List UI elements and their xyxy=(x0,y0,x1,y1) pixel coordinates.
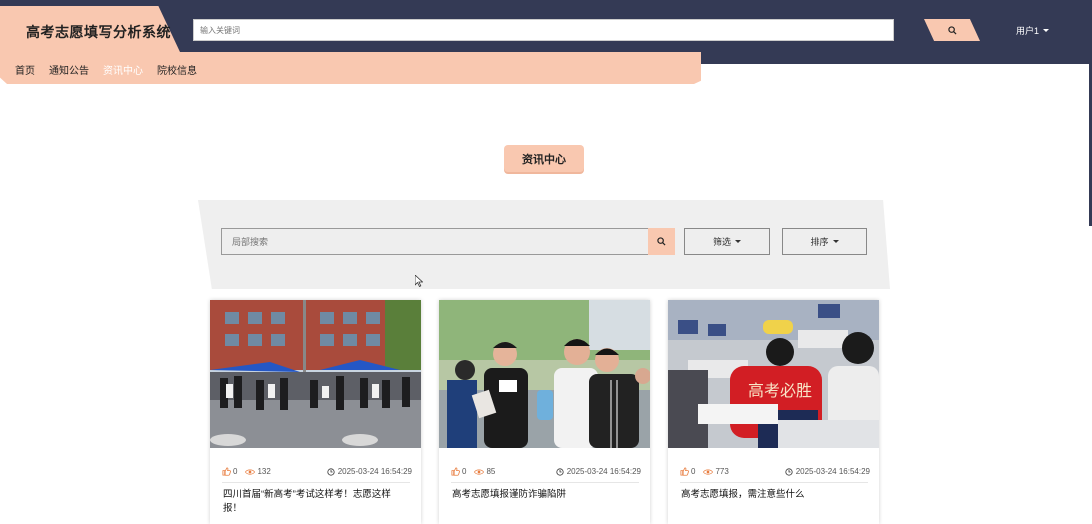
local-search-input[interactable] xyxy=(222,229,648,254)
nav-item-schools[interactable]: 院校信息 xyxy=(157,62,197,77)
news-card-image[interactable] xyxy=(439,300,650,448)
user-name: 用户1 xyxy=(1016,26,1040,36)
news-card-meta: 0 132 2025-03-24 16:54:29 xyxy=(222,467,412,476)
news-card-title[interactable]: 高考志愿填报，需注意些什么 xyxy=(681,488,859,502)
like-count[interactable]: 0 xyxy=(451,467,466,476)
app-title: 高考志愿填写分析系统 xyxy=(26,24,171,40)
news-card-image[interactable]: 高考必胜 xyxy=(668,300,879,448)
divider xyxy=(680,482,868,483)
global-search-input[interactable] xyxy=(194,20,893,41)
caret-down-icon xyxy=(832,240,839,243)
news-card[interactable]: 高考必胜 0 773 2025-03-24 16:54:29 高考志愿填报，需注… xyxy=(668,300,879,524)
news-card-meta: 0 85 2025-03-24 16:54:29 xyxy=(451,467,641,476)
publish-time: 2025-03-24 16:54:29 xyxy=(327,467,412,476)
publish-time-value: 2025-03-24 16:54:29 xyxy=(795,467,870,476)
mouse-cursor-icon xyxy=(415,275,423,287)
local-search-box[interactable] xyxy=(221,228,649,255)
publish-time-value: 2025-03-24 16:54:29 xyxy=(337,467,412,476)
view-count: 773 xyxy=(703,467,729,476)
clock-icon xyxy=(556,467,564,476)
view-count-value: 773 xyxy=(715,467,729,476)
like-count-value: 0 xyxy=(462,467,467,476)
search-icon xyxy=(657,237,666,246)
sort-label: 排序 xyxy=(810,237,829,247)
thumbs-up-icon xyxy=(451,467,460,476)
news-card-title[interactable]: 四川首届“新高考”考试这样考！志愿这样报！ xyxy=(223,488,401,516)
news-card[interactable]: 0 132 2025-03-24 16:54:29 四川首届“新高考”考试这样考… xyxy=(210,300,421,524)
publish-time: 2025-03-24 16:54:29 xyxy=(556,467,641,476)
svg-text:高考必胜: 高考必胜 xyxy=(748,381,812,400)
eye-icon xyxy=(474,468,485,475)
caret-down-icon xyxy=(1043,29,1050,32)
thumbs-up-icon xyxy=(222,467,231,476)
nav-item-news[interactable]: 资讯中心 xyxy=(103,62,143,77)
divider xyxy=(222,482,410,483)
news-card-meta: 0 773 2025-03-24 16:54:29 xyxy=(680,467,870,476)
thumbs-up-icon xyxy=(680,467,689,476)
eye-icon xyxy=(245,468,256,475)
clock-icon xyxy=(785,467,793,476)
filter-dropdown-button[interactable]: 筛选 xyxy=(684,228,770,255)
like-count-value: 0 xyxy=(233,467,238,476)
view-count: 85 xyxy=(474,467,495,476)
main-nav: 首页 通知公告 资讯中心 院校信息 xyxy=(15,62,211,77)
like-count-value: 0 xyxy=(691,467,696,476)
news-card-title[interactable]: 高考志愿填报谨防诈骗陷阱 xyxy=(452,488,630,502)
section-title: 资讯中心 xyxy=(504,145,584,172)
search-icon xyxy=(947,25,957,35)
news-card[interactable]: 0 85 2025-03-24 16:54:29 高考志愿填报谨防诈骗陷阱 xyxy=(439,300,650,524)
sort-dropdown-button[interactable]: 排序 xyxy=(782,228,867,255)
publish-time-value: 2025-03-24 16:54:29 xyxy=(566,467,641,476)
caret-down-icon xyxy=(735,240,741,243)
view-count-value: 85 xyxy=(486,467,496,476)
like-count[interactable]: 0 xyxy=(680,467,695,476)
divider xyxy=(451,482,639,483)
eye-icon xyxy=(703,468,714,475)
local-search-button[interactable] xyxy=(648,228,675,255)
global-search-box[interactable] xyxy=(193,19,894,41)
news-card-image[interactable] xyxy=(210,300,421,448)
user-menu[interactable]: 用户1 xyxy=(1016,24,1050,37)
view-count: 132 xyxy=(245,467,271,476)
nav-item-home[interactable]: 首页 xyxy=(15,62,35,77)
clock-icon xyxy=(327,467,335,476)
view-count-value: 132 xyxy=(257,467,271,476)
nav-item-notices[interactable]: 通知公告 xyxy=(49,62,89,77)
like-count[interactable]: 0 xyxy=(222,467,237,476)
filter-label: 筛选 xyxy=(712,237,731,247)
publish-time: 2025-03-24 16:54:29 xyxy=(785,467,870,476)
